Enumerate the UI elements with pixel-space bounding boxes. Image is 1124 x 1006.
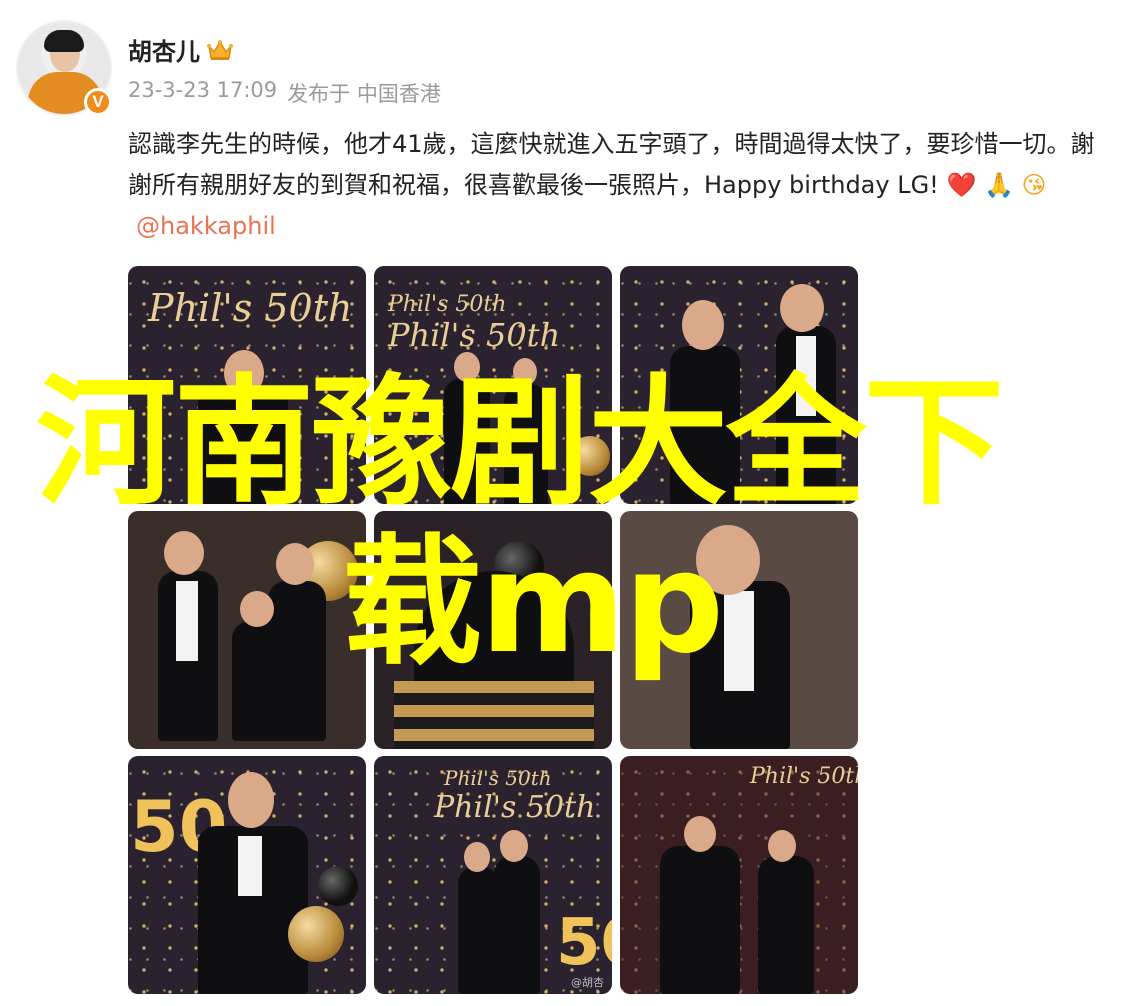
photo-9[interactable]: Phil's 50th	[620, 756, 858, 994]
party-sign-text-small: Phil's 50th	[388, 292, 507, 317]
man-head	[684, 816, 716, 852]
overlay-line-2: 载mp	[342, 522, 724, 685]
post-text: 認識李先生的時候，他才41歲，這麼快就進入五字頭了，時間過得太快了，要珍惜一切。…	[128, 124, 1108, 247]
cake-base	[394, 681, 594, 749]
username-row: 胡杏儿	[128, 32, 234, 67]
party-sign-text-small: Phil's 50th	[444, 766, 552, 790]
man-head	[228, 772, 274, 828]
heart-emoji-icon: ❤️	[946, 171, 977, 199]
photo-8[interactable]: Phil's 50th Phil's 50th 50 @胡杏	[374, 756, 612, 994]
party-sign-text: Phil's 50th	[434, 790, 596, 825]
woman-figure	[458, 866, 498, 994]
gold-balloon	[288, 906, 344, 962]
username[interactable]: 胡杏儿	[128, 32, 200, 67]
crown-icon	[207, 39, 233, 60]
post-meta: 23-3-23 17:09 发布于 中国香港	[128, 78, 441, 108]
photo-watermark: @胡杏	[571, 976, 604, 989]
party-sign-text: Phil's 50th	[388, 316, 561, 354]
kiss-emoji-icon: 😘	[1021, 171, 1047, 199]
man-head	[500, 830, 528, 862]
boy-head	[780, 284, 824, 332]
avatar-container[interactable]: V	[16, 20, 112, 116]
post-location: 发布于 中国香港	[287, 82, 441, 106]
black-balloon	[318, 866, 358, 906]
overlay-title: 河南豫剧大全下 载mp	[36, 364, 1116, 684]
man-figure	[494, 856, 540, 994]
man-shirt	[238, 836, 262, 896]
overlay-line-1: 河南豫剧大全下	[36, 362, 1004, 525]
woman-head	[768, 830, 796, 862]
woman-head	[682, 300, 724, 350]
woman-figure	[758, 856, 814, 994]
photo-7[interactable]: 50	[128, 756, 366, 994]
post-timestamp[interactable]: 23-3-23 17:09	[128, 78, 277, 108]
pray-emoji-icon: 🙏	[983, 171, 1014, 199]
mention-link[interactable]: @hakkaphil	[136, 212, 276, 240]
avatar-hair	[44, 30, 84, 52]
party-sign-text: Phil's 50th	[148, 286, 353, 330]
party-sign-text: Phil's 50th	[750, 764, 858, 789]
woman-head	[464, 842, 490, 872]
verified-badge-icon: V	[84, 88, 112, 116]
neon-number: 50	[556, 906, 612, 980]
man-figure	[660, 846, 740, 994]
